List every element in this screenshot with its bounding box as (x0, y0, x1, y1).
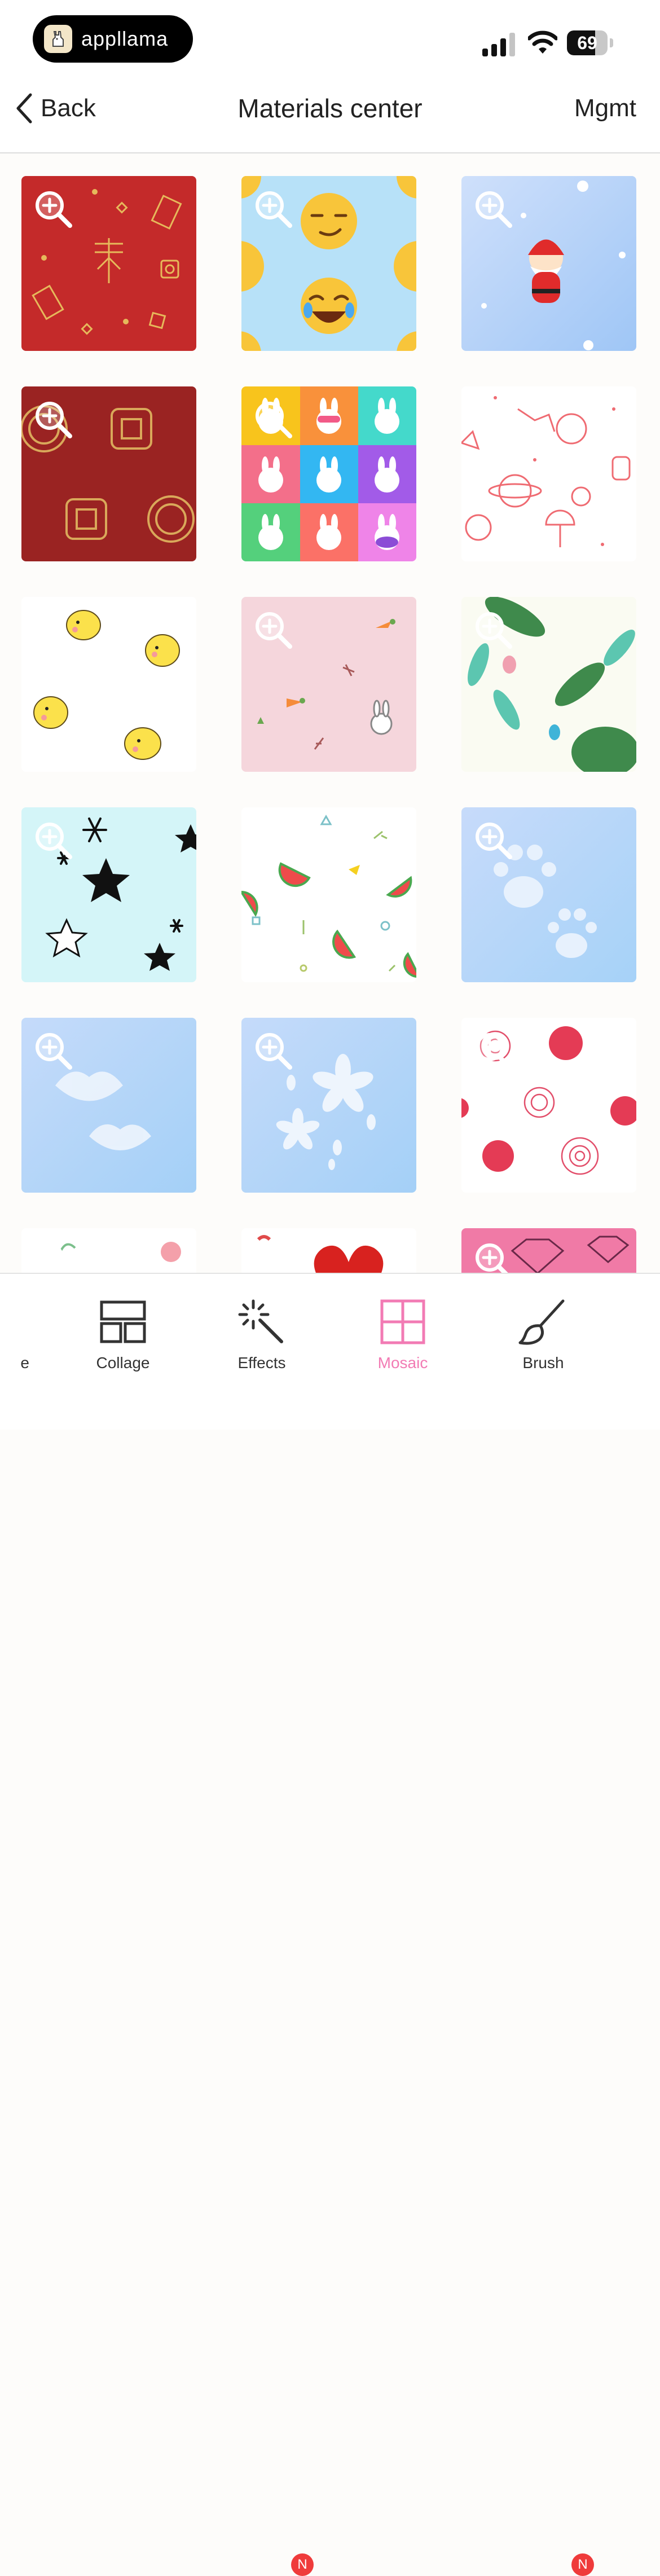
battery-indicator: 69 (567, 30, 613, 55)
tab-collage[interactable]: Collage (75, 1296, 171, 1381)
zoom-in-icon[interactable] (473, 609, 513, 650)
zoom-in-icon[interactable] (33, 1030, 73, 1071)
material-tile-pink-bunny[interactable] (241, 597, 416, 772)
magic-wand-icon (238, 1299, 283, 1343)
material-tile-chicks[interactable] (21, 597, 196, 772)
zoom-in-icon[interactable] (473, 820, 513, 860)
material-tile-spring-festival[interactable] (21, 176, 196, 351)
zoom-in-icon[interactable] (33, 820, 73, 860)
llama-logo-icon (44, 25, 72, 53)
collage-icon (100, 1300, 146, 1343)
zoom-in-icon[interactable] (253, 609, 293, 650)
manage-button[interactable]: Mgmt (574, 91, 636, 125)
brush-new-badge: N (571, 2553, 594, 2576)
material-tile-paw-prints[interactable] (461, 807, 636, 982)
tab-effects[interactable]: Effects (214, 1296, 310, 1381)
wifi-icon (528, 30, 557, 54)
material-tile-pink-flowers[interactable] (21, 1228, 196, 1273)
material-tile-red-heart[interactable] (241, 1228, 416, 1273)
tab-label-effects: Effects (237, 1354, 286, 1371)
tab-label-collage: Collage (96, 1354, 150, 1371)
tab-brush[interactable]: Brush (495, 1296, 591, 1381)
partial-tab-label: e (20, 1354, 29, 1371)
zoom-in-icon[interactable] (473, 399, 513, 439)
app-name: appllama (81, 27, 169, 50)
material-tile-lips[interactable] (21, 1018, 196, 1193)
zoom-in-icon[interactable] (33, 399, 73, 439)
zoom-in-icon[interactable] (473, 1030, 513, 1071)
tab-partial[interactable]: e (0, 1296, 29, 1381)
zoom-in-icon[interactable] (33, 1241, 73, 1273)
tab-label-brush: Brush (522, 1354, 564, 1371)
tab-label-mosaic: Mosaic (377, 1354, 428, 1371)
zoom-in-icon[interactable] (33, 609, 73, 650)
material-tile-space-doodles[interactable] (461, 386, 636, 561)
effects-new-badge: N (291, 2553, 314, 2576)
paintbrush-icon (518, 1299, 565, 1345)
battery-level: 69 (577, 33, 597, 53)
zoom-in-icon[interactable] (473, 188, 513, 229)
material-tile-tropical-leaves[interactable] (461, 597, 636, 772)
zoom-in-icon[interactable] (253, 1241, 293, 1273)
cellular-signal-icon (482, 33, 515, 56)
grid-icon (380, 1299, 425, 1344)
material-tile-black-stars[interactable] (21, 807, 196, 982)
zoom-in-icon[interactable] (253, 820, 293, 860)
zoom-in-icon[interactable] (253, 399, 293, 439)
zoom-in-icon[interactable] (253, 188, 293, 229)
zoom-in-icon[interactable] (473, 1241, 513, 1273)
status-bar: appllama 69 (0, 0, 660, 85)
material-tile-emoji[interactable] (241, 176, 416, 351)
zoom-in-icon[interactable] (253, 1030, 293, 1071)
material-tile-mooncake[interactable] (21, 386, 196, 561)
materials-grid (0, 153, 660, 1273)
material-tile-diamonds[interactable] (461, 1228, 636, 1273)
page-title: Materials center (237, 94, 423, 123)
app-indicator-pill[interactable]: appllama (33, 15, 193, 63)
tab-mosaic[interactable]: Mosaic (355, 1296, 451, 1381)
material-tile-sakura[interactable] (241, 1018, 416, 1193)
material-tile-bunny-blocks[interactable] (241, 386, 416, 561)
material-tile-santa[interactable] (461, 176, 636, 351)
zoom-in-icon[interactable] (33, 188, 73, 229)
material-tile-roses[interactable] (461, 1018, 636, 1193)
bottom-tab-bar: e Collage Effects N Mosaic Brush N (0, 1273, 660, 2576)
material-tile-watermelon[interactable] (241, 807, 416, 982)
partial-tab-icon (0, 1296, 7, 1347)
